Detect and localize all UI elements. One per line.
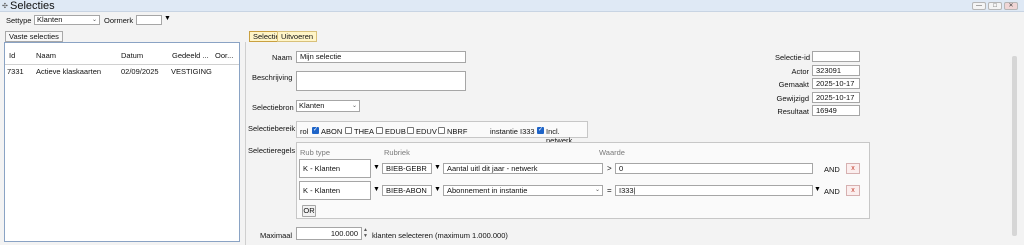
chevron-down-icon: ⌄: [351, 103, 357, 109]
minimize-button[interactable]: —: [972, 2, 986, 10]
app-icon: ✣: [2, 3, 8, 10]
tab-vaste-selecties[interactable]: Vaste selecties: [5, 31, 63, 42]
rule-2-rubriek-naam[interactable]: Abonnement in instantie ⌄: [443, 185, 603, 196]
vaste-selecties-list: Id Naam Datum Gedeeld ... Oor... 7331 Ac…: [4, 42, 240, 242]
tab-uitvoeren-label: Uitvoeren: [281, 32, 314, 41]
checkbox-nbrf[interactable]: [438, 127, 445, 134]
checkbox-nbrf-label: NBRF: [447, 127, 468, 136]
naam-label: Naam: [272, 53, 293, 62]
resultaat-label: Resultaat: [777, 107, 809, 116]
selectiebereik-label: Selectiebereik: [248, 124, 296, 133]
checkbox-eduv-label: EDUV: [416, 127, 437, 136]
oormerk-select[interactable]: [136, 15, 162, 25]
rule-1-waarde[interactable]: 0: [615, 163, 813, 174]
settype-select[interactable]: Klanten ⌄: [34, 15, 100, 25]
rule-2-connector: AND: [824, 187, 840, 196]
gemaakt-field: 2025-10-17: [812, 78, 860, 89]
rule-1-rub-type-dropdown-icon[interactable]: ▼: [373, 163, 380, 173]
maximaal-label: Maximaal: [260, 231, 293, 240]
checkbox-thea-label: THEA: [354, 127, 375, 136]
settype-value: Klanten: [37, 15, 63, 24]
instantie-value: I333: [520, 127, 535, 136]
selectieregels-label: Selectieregels: [248, 146, 296, 155]
selectiebron-value: Klanten: [299, 101, 325, 110]
rule-1-remove-button[interactable]: x: [846, 163, 860, 174]
tab-uitvoeren[interactable]: Uitvoeren: [277, 31, 318, 42]
chevron-down-icon: ⌄: [594, 187, 600, 193]
checkbox-eduv[interactable]: [407, 127, 414, 134]
maximaal-suffix: klanten selecteren (maximum 1.000.000): [372, 231, 508, 240]
selectieregels-box: Rub type Rubriek Waarde K - Klanten ▼ BI…: [296, 142, 870, 219]
gemaakt-label: Gemaakt: [778, 80, 809, 89]
rule-2-rub-type[interactable]: K - Klanten: [299, 181, 371, 200]
col-header-datum[interactable]: Datum: [121, 51, 143, 60]
header-rub-type: Rub type: [300, 148, 331, 157]
settype-label: Settype: [6, 16, 32, 25]
beschrijving-input[interactable]: [296, 71, 466, 91]
header-waarde: Waarde: [599, 148, 625, 157]
tab-vaste-selecties-label: Vaste selecties: [9, 32, 59, 41]
window-title: Selecties: [10, 0, 55, 12]
beschrijving-label: Beschrijving: [252, 73, 293, 82]
rule-2-operator: =: [607, 186, 612, 195]
selectie-id-field: [812, 51, 860, 62]
maximize-button[interactable]: □: [988, 2, 1002, 10]
list-header: Id Naam Datum Gedeeld ... Oor...: [5, 43, 239, 65]
rule-1-rub-type[interactable]: K - Klanten: [299, 159, 371, 178]
rule-1-rubriek-naam[interactable]: Aantal uitl dit jaar - netwerk: [443, 163, 603, 174]
col-header-oormerk[interactable]: Oor...: [215, 51, 233, 60]
col-header-id[interactable]: Id: [9, 51, 15, 60]
or-button[interactable]: OR: [302, 205, 316, 217]
selectie-id-label: Selectie-id: [775, 53, 811, 62]
rule-1-rubriek-code-dropdown-icon[interactable]: ▼: [434, 163, 441, 173]
rule-2-rubriek-code[interactable]: BIEB-ABON: [382, 185, 432, 196]
chevron-down-icon: ⌄: [91, 17, 97, 23]
table-row[interactable]: 7331 Actieve klaskaarten 02/09/2025 VEST…: [5, 65, 239, 77]
rule-2-waarde-dropdown-icon[interactable]: ▼: [814, 185, 821, 195]
row-datum: 02/09/2025: [121, 67, 159, 76]
rol-label: rol: [300, 127, 309, 136]
selectie-form: Naam Mijn selectie Beschrijving Selectie…: [245, 42, 1020, 245]
row-id: 7331: [7, 67, 24, 76]
resultaat-field: 16949: [812, 105, 860, 116]
rule-2-waarde[interactable]: I333|: [615, 185, 813, 196]
gewijzigd-label: Gewijzigd: [776, 94, 809, 103]
checkbox-thea[interactable]: [345, 127, 352, 134]
rule-2-rubriek-naam-text: Abonnement in instantie: [447, 186, 528, 195]
instantie-label: instantie: [490, 127, 518, 136]
checkbox-edub[interactable]: [376, 127, 383, 134]
rule-1-operator: >: [607, 164, 612, 173]
maximaal-stepper[interactable]: ▲ ▼: [363, 227, 369, 240]
row-gedeeld: VESTIGING: [171, 67, 212, 76]
selectiebron-select[interactable]: Klanten ⌄: [296, 100, 360, 112]
close-button[interactable]: ✕: [1004, 2, 1018, 10]
actor-field: 323091: [812, 65, 860, 76]
header-rubriek: Rubriek: [384, 148, 410, 157]
title-bar: ✣ Selecties — □ ✕: [0, 0, 1024, 12]
actor-label: Actor: [791, 67, 809, 76]
checkbox-edub-label: EDUB: [385, 127, 406, 136]
form-scrollbar[interactable]: [1012, 56, 1017, 236]
rule-2-rubriek-code-dropdown-icon[interactable]: ▼: [434, 185, 441, 195]
naam-input[interactable]: Mijn selectie: [296, 51, 466, 63]
checkbox-abon-label: ABON: [321, 127, 343, 136]
selectiebereik-box: rol ✓ ABON THEA EDUB EDUV NBRF instantie…: [296, 121, 588, 145]
checkbox-incl-netwerk[interactable]: ✓: [537, 127, 544, 134]
rule-2-remove-button[interactable]: x: [846, 185, 860, 196]
col-header-gedeeld[interactable]: Gedeeld ...: [172, 51, 209, 60]
tab-selectie-label: Selectie: [253, 32, 280, 41]
row-naam: Actieve klaskaarten: [36, 67, 102, 76]
oormerk-label: Oormerk: [104, 16, 134, 25]
gewijzigd-field: 2025-10-17: [812, 92, 860, 103]
maximaal-input[interactable]: 100.000: [296, 227, 362, 240]
rule-1-rubriek-code[interactable]: BIEB-GEBR: [382, 163, 432, 174]
rule-2-rub-type-dropdown-icon[interactable]: ▼: [373, 185, 380, 195]
oormerk-dropdown-icon[interactable]: ▼: [164, 14, 171, 24]
col-header-naam[interactable]: Naam: [36, 51, 56, 60]
checkbox-abon[interactable]: ✓: [312, 127, 319, 134]
rule-1-connector: AND: [824, 165, 840, 174]
selectiebron-label: Selectiebron: [252, 103, 294, 112]
